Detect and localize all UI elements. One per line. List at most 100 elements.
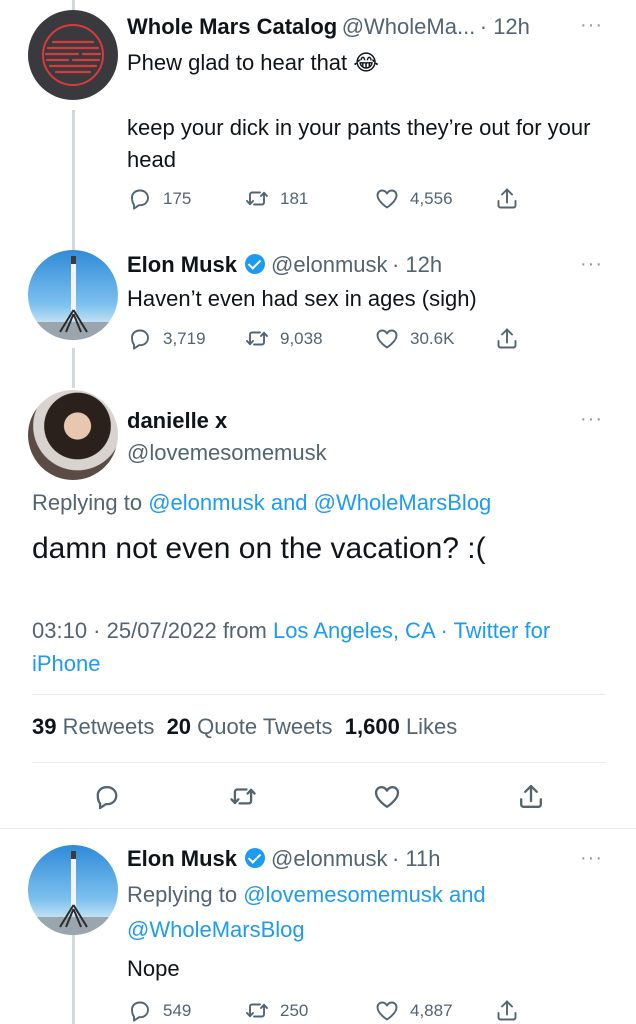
verified-icon	[245, 848, 266, 868]
like-button[interactable]: 4,887	[374, 998, 494, 1024]
share-button[interactable]	[494, 998, 520, 1024]
share-button[interactable]	[494, 186, 520, 212]
avatar-elon-musk[interactable]	[28, 250, 118, 340]
tweet-actions: 549 250 4,887	[127, 998, 520, 1024]
rocket-photo-icon	[28, 851, 118, 935]
retweet-button[interactable]	[228, 782, 258, 817]
replying-to: Replying to @elonmusk and @WholeMarsBlog	[32, 490, 491, 516]
like-button[interactable]: 30.6K	[374, 326, 494, 352]
rocket-photo-icon	[28, 256, 118, 340]
retweet-icon	[246, 331, 268, 346]
tweet-header: Whole Mars Catalog @WholeMa... · 12h	[127, 14, 530, 40]
retweet-count: 250	[280, 1001, 309, 1020]
reply-button[interactable]: 549	[127, 998, 244, 1024]
retweet-button[interactable]: 250	[244, 998, 374, 1024]
more-icon[interactable]: ···	[580, 253, 603, 276]
quotes-label: Quote Tweets	[197, 714, 333, 739]
author-handle[interactable]: @WholeMa...	[342, 14, 476, 39]
reply-icon	[131, 189, 149, 210]
author-handle[interactable]: @elonmusk	[271, 252, 388, 277]
author-name[interactable]: Elon Musk	[127, 846, 237, 871]
thread-line-2	[72, 348, 75, 388]
tweet-actions: 3,719 9,038 30.6K	[127, 326, 520, 352]
tweet-text-line1: Phew glad to hear that	[127, 50, 348, 75]
retweet-icon	[230, 788, 256, 805]
tweet-time[interactable]: · 11h	[392, 846, 441, 871]
location-link[interactable]: Los Angeles, CA	[273, 618, 434, 643]
retweets-count: 39	[32, 714, 57, 739]
author-name[interactable]: danielle x	[127, 408, 227, 434]
divider	[0, 828, 636, 829]
quotes-stat[interactable]: 20 Quote Tweets	[167, 714, 333, 739]
replying-to: Replying to @lovemesomemusk and @WholeMa…	[127, 877, 617, 947]
likes-stat[interactable]: 1,600 Likes	[345, 714, 458, 739]
avatar-elon-musk[interactable]	[28, 845, 118, 935]
like-count: 30.6K	[410, 329, 455, 348]
share-icon	[520, 784, 542, 808]
like-count: 4,556	[410, 189, 453, 208]
replying-and: and	[448, 882, 486, 907]
tweet-time[interactable]: · 12h	[480, 14, 530, 39]
replying-prefix: Replying to	[32, 490, 143, 515]
replying-prefix: Replying to	[127, 882, 238, 907]
engagement-stats: 39 Retweets 20 Quote Tweets 1,600 Likes	[32, 714, 457, 740]
reply-button[interactable]: 3,719	[127, 326, 244, 352]
tweet-actions: 175 181 4,556	[127, 186, 520, 212]
retweets-label: Retweets	[62, 714, 155, 739]
timestamp[interactable]: 03:10 · 25/07/2022 from	[32, 618, 267, 643]
like-icon	[374, 786, 400, 808]
tweet-text: Haven’t even had sex in ages (sigh)	[127, 286, 477, 311]
reply-icon	[96, 786, 118, 810]
mention-link[interactable]: @lovemesomemusk	[243, 882, 443, 907]
like-icon	[376, 189, 398, 209]
retweet-icon	[246, 191, 268, 206]
more-icon[interactable]: ···	[580, 847, 603, 870]
verified-icon	[245, 254, 266, 274]
thread-line-bottom	[72, 935, 75, 1024]
author-name[interactable]: Elon Musk	[127, 252, 237, 277]
author-handle[interactable]: @lovemesomemusk	[127, 440, 327, 466]
likes-count: 1,600	[344, 714, 400, 739]
reply-button[interactable]: 175	[127, 186, 244, 212]
retweet-count: 181	[280, 189, 309, 208]
share-icon	[497, 188, 517, 209]
meta-sep: ·	[440, 618, 448, 643]
like-icon	[376, 329, 398, 349]
whole-mars-logo-icon	[42, 24, 104, 86]
like-button[interactable]: 4,556	[374, 186, 494, 212]
avatar-whole-mars[interactable]	[28, 10, 118, 100]
tweet-header: Elon Musk @elonmusk · 12h	[127, 252, 442, 278]
share-button[interactable]	[494, 326, 520, 352]
tweet-header: Elon Musk @elonmusk · 11h	[127, 846, 440, 872]
reply-button[interactable]	[92, 782, 122, 817]
likes-label: Likes	[405, 714, 458, 739]
mention-link[interactable]: @elonmusk	[148, 490, 265, 515]
tweet-text: Phew glad to hear that 😂	[127, 47, 617, 79]
share-icon	[497, 328, 517, 349]
client-link[interactable]: Twitter	[454, 618, 519, 643]
laughing-emoji-icon: 😂	[353, 50, 379, 75]
thread-line-1	[72, 110, 75, 250]
more-icon[interactable]: ···	[580, 408, 603, 431]
divider	[32, 694, 605, 695]
like-count: 4,887	[410, 1001, 453, 1020]
reply-icon	[131, 1001, 149, 1022]
retweet-button[interactable]: 9,038	[244, 326, 374, 352]
mention-link[interactable]: @WholeMarsBlog	[127, 917, 305, 942]
divider	[32, 762, 605, 763]
main-tweet-text: damn not even on the vacation? :(	[32, 532, 486, 565]
retweets-stat[interactable]: 39 Retweets	[32, 714, 154, 739]
retweet-button[interactable]: 181	[244, 186, 374, 212]
mention-link[interactable]: @WholeMarsBlog	[314, 490, 492, 515]
share-button[interactable]	[516, 782, 546, 817]
author-name[interactable]: Whole Mars Catalog	[127, 14, 337, 39]
tweet-meta: 03:10 · 25/07/2022 from Los Angeles, CA …	[32, 614, 612, 680]
quotes-count: 20	[166, 714, 192, 739]
avatar-danielle[interactable]	[28, 390, 118, 480]
share-icon	[497, 1000, 517, 1021]
author-handle[interactable]: @elonmusk	[271, 846, 388, 871]
retweet-icon	[246, 1003, 268, 1018]
tweet-time[interactable]: · 12h	[392, 252, 442, 277]
like-button[interactable]	[372, 782, 402, 817]
more-icon[interactable]: ···	[580, 14, 603, 37]
